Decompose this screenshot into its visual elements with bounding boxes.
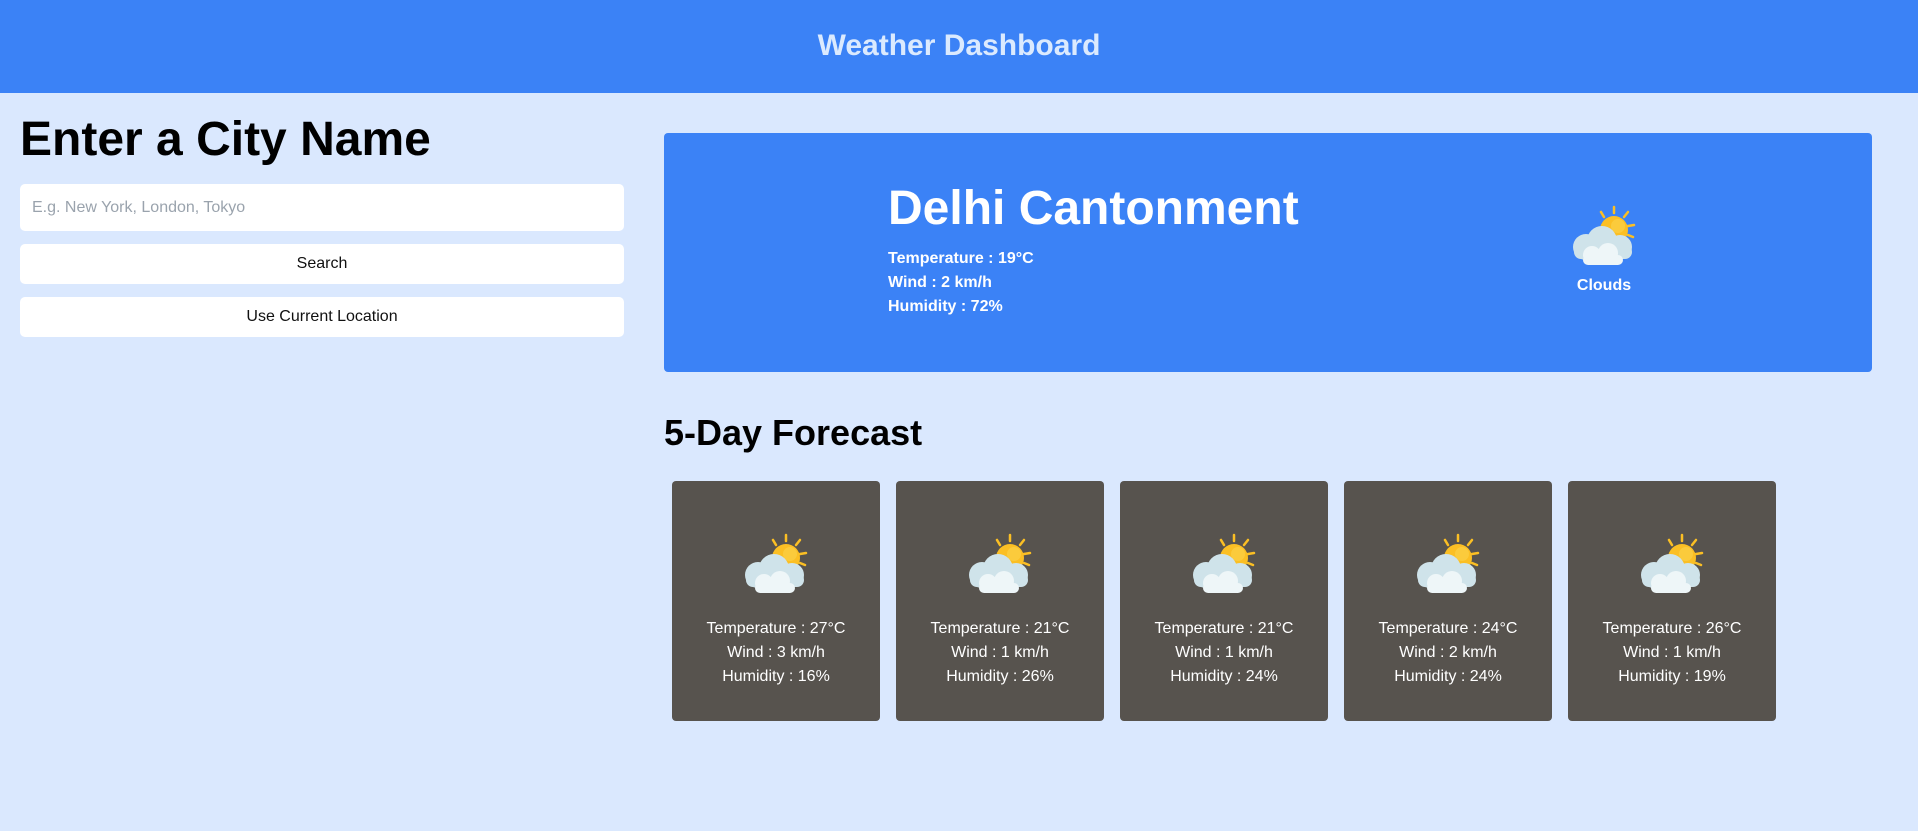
current-city-name: Delhi Cantonment (888, 182, 1299, 235)
app-header: Weather Dashboard (0, 0, 1918, 93)
current-condition-label: Clouds (1576, 277, 1632, 294)
current-humidity: Humidity : 72% (888, 298, 1003, 315)
forecast-card: Temperature : 26°C Wind : 1 km/h Humidit… (1568, 481, 1776, 721)
forecast-wind: Wind : 1 km/h (1175, 644, 1273, 661)
forecast-card: Temperature : 24°C Wind : 2 km/h Humidit… (1344, 481, 1552, 721)
forecast-temperature: Temperature : 24°C (1378, 620, 1518, 637)
forecast-heading: 5-Day Forecast (664, 412, 923, 453)
partly-cloudy-icon (1120, 531, 1328, 603)
app-title: Weather Dashboard (817, 28, 1101, 62)
forecast-card: Temperature : 27°C Wind : 3 km/h Humidit… (672, 481, 880, 721)
current-weather-card: Delhi Cantonment Temperature : 19°C Wind… (664, 133, 1872, 372)
partly-cloudy-icon (672, 531, 880, 603)
search-heading: Enter a City Name (20, 113, 431, 166)
forecast-humidity: Humidity : 26% (946, 668, 1054, 685)
use-current-location-button[interactable]: Use Current Location (20, 297, 624, 337)
search-panel: Enter a City Name Search Use Current Loc… (20, 110, 624, 337)
search-button[interactable]: Search (20, 244, 624, 284)
city-search-input[interactable] (20, 184, 624, 231)
forecast-wind: Wind : 1 km/h (1623, 644, 1721, 661)
forecast-list: Temperature : 27°C Wind : 3 km/h Humidit… (672, 481, 1776, 721)
partly-cloudy-icon (1534, 203, 1674, 275)
forecast-card: Temperature : 21°C Wind : 1 km/h Humidit… (1120, 481, 1328, 721)
forecast-temperature: Temperature : 21°C (1154, 620, 1294, 637)
forecast-wind: Wind : 2 km/h (1399, 644, 1497, 661)
partly-cloudy-icon (1568, 531, 1776, 603)
forecast-temperature: Temperature : 26°C (1602, 620, 1742, 637)
forecast-humidity: Humidity : 24% (1394, 668, 1502, 685)
forecast-humidity: Humidity : 16% (722, 668, 830, 685)
current-wind: Wind : 2 km/h (888, 274, 992, 291)
forecast-temperature: Temperature : 27°C (706, 620, 846, 637)
current-temperature: Temperature : 19°C (888, 250, 1034, 267)
partly-cloudy-icon (1344, 531, 1552, 603)
current-weather-details: Delhi Cantonment Temperature : 19°C Wind… (888, 183, 1299, 319)
current-condition: Clouds (1534, 203, 1674, 295)
forecast-wind: Wind : 3 km/h (727, 644, 825, 661)
forecast-humidity: Humidity : 19% (1618, 668, 1726, 685)
forecast-humidity: Humidity : 24% (1170, 668, 1278, 685)
forecast-wind: Wind : 1 km/h (951, 644, 1049, 661)
forecast-temperature: Temperature : 21°C (930, 620, 1070, 637)
partly-cloudy-icon (896, 531, 1104, 603)
forecast-card: Temperature : 21°C Wind : 1 km/h Humidit… (896, 481, 1104, 721)
